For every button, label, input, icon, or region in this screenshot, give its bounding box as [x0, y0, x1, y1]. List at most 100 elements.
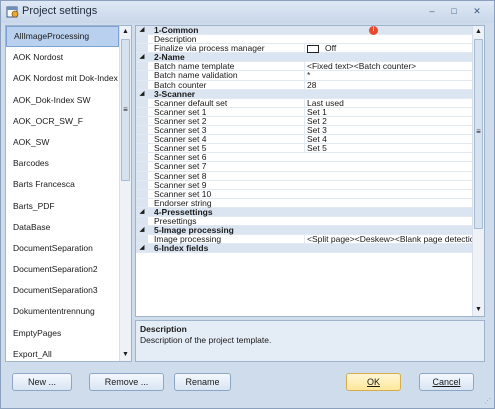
resize-grip-icon[interactable]: ⋰ [484, 398, 492, 406]
collapse-triangle-icon[interactable]: ◢ [136, 226, 148, 235]
project-list[interactable]: AllImageProcessing AOK Nordost AOK Nordost… [5, 25, 132, 362]
row-margin [136, 189, 148, 198]
property-name: Description [154, 35, 197, 45]
property-category-row[interactable]: ◢ 2-Name [136, 52, 472, 63]
warning-badge-icon: ! [369, 26, 378, 35]
row-margin [136, 116, 148, 126]
project-list-items: AllImageProcessing AOK Nordost AOK Nordost… [6, 26, 119, 361]
toggle-switch[interactable] [307, 44, 319, 53]
property-value[interactable]: <Split page><Deskew><Blank page detectio… [304, 235, 472, 245]
property-value[interactable]: Set 2 [304, 116, 472, 126]
collapse-triangle-icon[interactable]: ◢ [136, 207, 148, 216]
new-button[interactable]: New ... [12, 373, 72, 391]
description-text: Description of the project template. [140, 335, 272, 345]
scroll-down-arrow-icon[interactable]: ▼ [120, 349, 131, 361]
property-name: Scanner set 3 [154, 126, 207, 136]
settings-window-icon [6, 6, 19, 18]
project-list-item[interactable]: EmptyPages [6, 323, 119, 344]
ok-button[interactable]: OK [346, 373, 401, 391]
collapse-triangle-icon[interactable]: ◢ [136, 244, 148, 253]
project-list-item[interactable]: Barts Francesca [6, 174, 119, 195]
row-margin [136, 180, 148, 189]
project-settings-window: Project settings – □ ✕ AllImageProcessin… [0, 0, 495, 409]
property-row[interactable]: Scanner set 3 Set 3 [136, 126, 472, 136]
property-value[interactable]: Set 3 [304, 126, 472, 136]
property-grid[interactable]: ◢ 1-Common! Description Finalize via proces… [135, 25, 485, 317]
property-value[interactable]: * [304, 71, 472, 81]
collapse-triangle-icon[interactable]: ◢ [136, 89, 148, 98]
project-list-item[interactable]: Dokumententrennung [6, 301, 119, 322]
collapse-triangle-icon[interactable]: ◢ [136, 53, 148, 62]
row-margin [136, 98, 148, 107]
property-row[interactable]: Scanner set 7 [136, 162, 472, 172]
property-value[interactable]: Last used [304, 98, 472, 108]
property-value[interactable]: Set 4 [304, 135, 472, 145]
row-margin [136, 62, 148, 71]
property-row[interactable]: Scanner set 4 Set 4 [136, 135, 472, 145]
category-label: 2-Name [154, 52, 185, 63]
property-value[interactable]: Off [304, 44, 472, 54]
property-value[interactable]: Set 5 [304, 144, 472, 154]
property-row[interactable]: Scanner set 10 [136, 189, 472, 199]
property-name: Scanner set 8 [154, 171, 207, 181]
minimize-icon[interactable]: – [422, 5, 442, 19]
property-value[interactable]: 28 [304, 80, 472, 90]
property-name: Scanner set 9 [154, 180, 207, 190]
property-name: Scanner set 10 [154, 189, 212, 199]
project-list-item[interactable]: AOK_OCR_SW_F [6, 111, 119, 132]
project-list-item[interactable]: Barts_PDF [6, 196, 119, 217]
project-list-item[interactable]: DocumentSeparation3 [6, 280, 119, 301]
property-name: Batch name template [154, 62, 235, 72]
property-row[interactable]: Description [136, 35, 472, 45]
category-label: 1-Common [154, 25, 199, 35]
scroll-grip-icon: ≡ [123, 105, 128, 114]
category-label: 4-Pressettings [154, 206, 213, 217]
project-list-item[interactable]: DocumentSeparation2 [6, 259, 119, 280]
remove-button[interactable]: Remove ... [89, 373, 164, 391]
property-row[interactable]: Scanner set 9 [136, 180, 472, 190]
project-list-item[interactable]: AOK_SW [6, 132, 119, 153]
cancel-button[interactable]: Cancel [419, 373, 474, 391]
property-grid-scrollbar[interactable]: ▲ ≡ ▼ [472, 26, 484, 316]
row-margin [136, 35, 148, 44]
property-category-row[interactable]: ◢ 6-Index fields [136, 244, 472, 254]
property-row[interactable]: Scanner default set Last used [136, 98, 472, 108]
project-list-item[interactable]: DocumentSeparation [6, 238, 119, 259]
row-margin [136, 198, 148, 207]
project-list-scrollbar[interactable]: ▲ ≡ ▼ [119, 26, 131, 361]
row-margin [136, 107, 148, 116]
property-value[interactable]: <Fixed text><Batch counter> [304, 62, 472, 72]
project-list-item[interactable]: AllImageProcessing [6, 26, 119, 48]
property-category-row[interactable]: ◢ 1-Common! [136, 25, 472, 36]
row-margin [136, 162, 148, 171]
property-row[interactable]: Batch name validation * [136, 71, 472, 81]
property-row[interactable]: Scanner set 6 [136, 153, 472, 163]
property-row[interactable]: Finalize via process manager Off [136, 44, 472, 54]
collapse-triangle-icon[interactable]: ◢ [136, 26, 148, 35]
rename-button[interactable]: Rename [174, 373, 231, 391]
close-icon[interactable]: ✕ [467, 5, 487, 19]
property-row[interactable]: Scanner set 8 [136, 171, 472, 181]
project-list-item[interactable]: Export_All [6, 344, 119, 361]
property-row[interactable]: Batch name template <Fixed text><Batch co… [136, 62, 472, 72]
project-list-item[interactable]: DataBase [6, 217, 119, 238]
title-bar[interactable]: Project settings – □ ✕ [1, 1, 494, 23]
row-margin [136, 135, 148, 144]
project-list-item[interactable]: AOK_Dok-Index SW [6, 90, 119, 111]
property-row[interactable]: Scanner set 5 Set 5 [136, 144, 472, 154]
restore-icon[interactable]: □ [444, 5, 464, 19]
property-row[interactable]: Scanner set 1 Set 1 [136, 107, 472, 117]
project-list-item[interactable]: AOK Nordost [6, 47, 119, 68]
property-row[interactable]: Scanner set 2 Set 2 [136, 116, 472, 127]
property-category-row[interactable]: ◢ 4-Pressettings [136, 206, 472, 217]
project-list-item[interactable]: Barcodes [6, 153, 119, 174]
ok-label: OK [366, 377, 380, 387]
grid-scroll-down-arrow-icon[interactable]: ▼ [473, 304, 484, 316]
project-list-item[interactable]: AOK Nordost mit Dok-Index [6, 68, 119, 89]
property-category-row[interactable]: ◢ 3-Scanner [136, 89, 472, 99]
scroll-up-arrow-icon[interactable]: ▲ [120, 26, 131, 38]
grid-scroll-up-arrow-icon[interactable]: ▲ [473, 26, 484, 38]
cancel-label: Cancel [432, 377, 461, 387]
property-value[interactable]: Set 1 [304, 107, 472, 117]
property-category-row[interactable]: ◢ 5-Image processing [136, 226, 472, 236]
